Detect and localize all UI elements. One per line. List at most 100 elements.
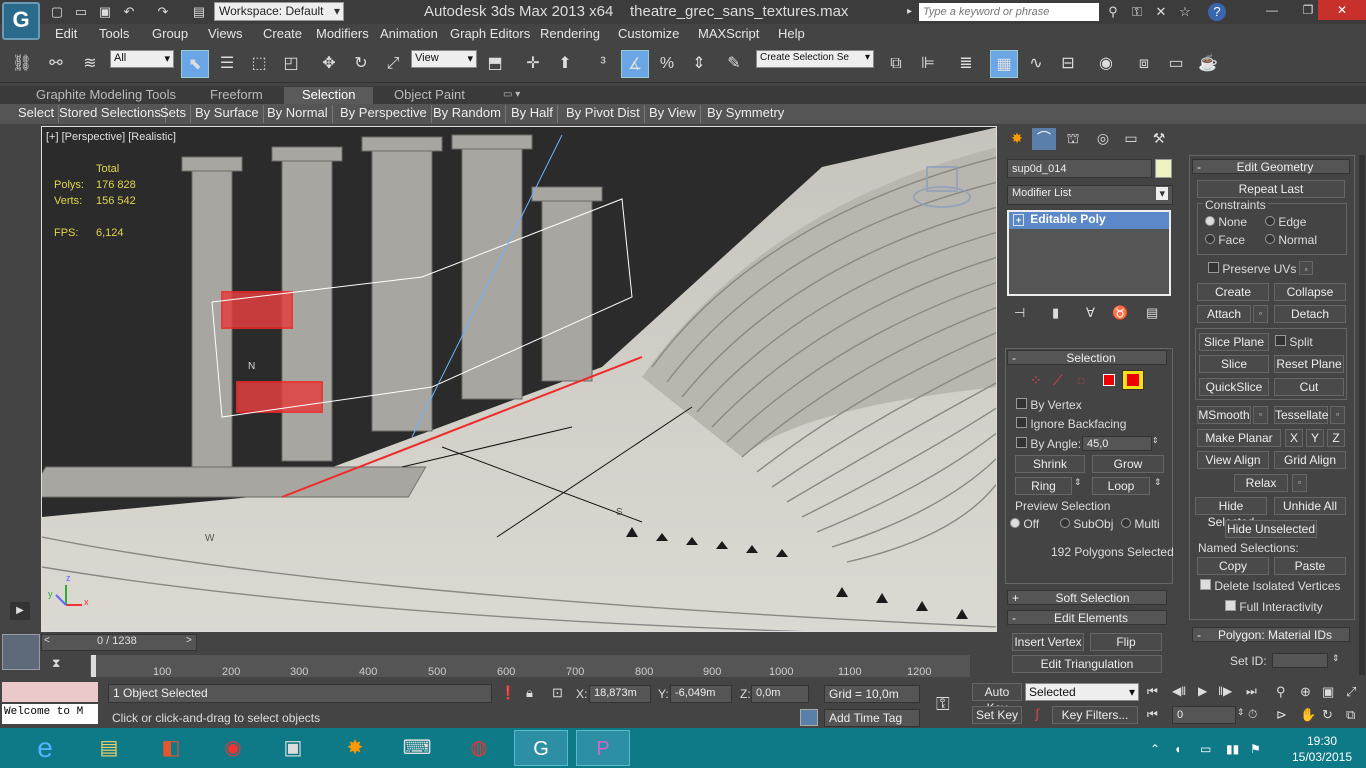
time-tag-icon[interactable] <box>800 709 818 726</box>
keyboard-tray-icon[interactable]: ▭ <box>1200 742 1211 756</box>
key-filters-button[interactable]: Key Filters... <box>1052 706 1138 724</box>
clock-date[interactable]: 15/03/2015 <box>1282 750 1362 764</box>
internet-explorer-icon[interactable]: e <box>18 730 72 766</box>
avast-icon[interactable]: ✸ <box>328 730 382 766</box>
cut-button[interactable]: Cut <box>1274 378 1344 396</box>
help-icon[interactable]: ? <box>1208 3 1226 21</box>
menu-create[interactable]: Create <box>263 26 302 41</box>
element-mode-icon[interactable] <box>1122 370 1144 390</box>
viewport-label[interactable]: [+] [Perspective] [Realistic] <box>46 131 176 143</box>
minimize-icon[interactable]: — <box>1254 0 1290 20</box>
hierarchy-tab-icon[interactable]: ⛫ <box>1062 130 1084 150</box>
planar-y-button[interactable]: Y <box>1306 429 1324 447</box>
relax-settings-icon[interactable]: ▫ <box>1292 474 1307 492</box>
utilities-tab-icon[interactable]: ⚒ <box>1148 130 1170 150</box>
menu-modifiers[interactable]: Modifiers <box>316 26 369 41</box>
set-key-button[interactable]: Set Key <box>972 706 1022 724</box>
msmooth-button[interactable]: MSmooth <box>1197 406 1251 424</box>
favorites-icon[interactable]: ☆ <box>1176 3 1194 21</box>
new-file-icon[interactable]: ▢ <box>48 3 66 21</box>
select-and-manipulate-icon[interactable]: ✛ <box>519 50 547 78</box>
polygon-mode-icon[interactable] <box>1103 374 1115 386</box>
go-to-end-icon[interactable]: ⏭ <box>1246 684 1257 699</box>
save-icon[interactable]: ▣ <box>96 3 114 21</box>
named-selection-sets-dropdown[interactable]: Create Selection Se ▾ <box>756 50 874 68</box>
volume-icon[interactable]: ◖ <box>1174 742 1181 756</box>
edit-geometry-header[interactable]: - Edit Geometry <box>1192 159 1350 174</box>
ignore-backfacing-checkbox[interactable]: Ignore Backfacing <box>1016 417 1126 431</box>
hide-unselected-button[interactable]: Hide Unselected <box>1225 520 1317 538</box>
network-tray-icon[interactable]: ▮▮ <box>1226 742 1239 756</box>
project-folder-icon[interactable]: ▤ <box>190 3 208 21</box>
percent-snap-icon[interactable]: % <box>653 50 681 78</box>
time-configuration-icon[interactable]: ⏱ <box>1248 707 1257 722</box>
auto-key-button[interactable]: Auto Key <box>972 683 1022 715</box>
communication-icon[interactable]: ✕ <box>1152 3 1170 21</box>
by-vertex-checkbox[interactable]: By Vertex <box>1016 398 1082 412</box>
menu-rendering[interactable]: Rendering <box>540 26 600 41</box>
tray-expand-icon[interactable]: ⌃ <box>1150 742 1160 756</box>
edit-named-selection-icon[interactable]: ✎ <box>720 50 748 78</box>
preview-subobj-radio[interactable]: SubObj <box>1060 517 1113 531</box>
msmooth-settings-icon[interactable]: ▫ <box>1253 406 1268 424</box>
3dsmax-taskbar-icon[interactable]: G <box>514 730 568 766</box>
tab-freeform[interactable]: Freeform <box>210 87 263 102</box>
preview-off-radio[interactable]: Off <box>1010 517 1039 531</box>
zoom-extents-icon[interactable]: ▣ <box>1322 684 1334 700</box>
edit-triangulation-button[interactable]: Edit Triangulation <box>1012 655 1162 673</box>
attach-button[interactable]: Attach <box>1197 305 1251 323</box>
configure-modifier-sets-icon[interactable]: ▤ <box>1146 305 1158 321</box>
menu-group[interactable]: Group <box>152 26 188 41</box>
zoom-icon[interactable]: ⚲ <box>1276 684 1286 700</box>
delete-isolated-vertices-checkbox[interactable]: Delete Isolated Vertices <box>1200 579 1340 593</box>
subtab-stored-selections[interactable]: Stored Selections <box>55 105 166 123</box>
quickslice-button[interactable]: QuickSlice <box>1199 378 1269 396</box>
insert-vertex-button[interactable]: Insert Vertex <box>1012 633 1084 651</box>
absolute-mode-icon[interactable]: ⊡ <box>552 685 563 701</box>
workspace-dropdown[interactable]: Workspace: Default ▾ <box>214 2 344 21</box>
copy-button[interactable]: Copy <box>1197 557 1269 575</box>
flip-button[interactable]: Flip <box>1090 633 1162 651</box>
by-angle-checkbox[interactable]: By Angle: <box>1016 437 1081 451</box>
menu-animation[interactable]: Animation <box>380 26 438 41</box>
pivot-center-icon[interactable]: ⬒ <box>481 50 509 78</box>
time-slider-prev-icon[interactable]: < <box>44 635 50 646</box>
current-frame-field[interactable] <box>1172 706 1236 724</box>
expand-icon[interactable]: + <box>1013 214 1025 226</box>
render-setup-icon[interactable]: ⧈ <box>1130 50 1158 78</box>
bind-to-space-warp-icon[interactable]: ≋ <box>76 50 104 78</box>
pan-view-icon[interactable]: ✋ <box>1300 707 1316 723</box>
shrink-button[interactable]: Shrink <box>1015 455 1085 473</box>
select-object-icon[interactable]: ⬉ <box>181 50 209 78</box>
subtab-by-half[interactable]: By Half <box>507 105 558 123</box>
set-id-spinner-arrows-icon[interactable]: ⇕ <box>1332 653 1340 664</box>
unhide-all-button[interactable]: Unhide All <box>1274 497 1346 515</box>
chrome-icon[interactable]: ◍ <box>452 730 506 766</box>
repeat-last-button[interactable]: Repeat Last <box>1197 180 1345 198</box>
menu-graph-editors[interactable]: Graph Editors <box>450 26 530 41</box>
preserve-uvs-checkbox[interactable]: Preserve UVs <box>1208 262 1296 276</box>
vertex-mode-icon[interactable]: ⁘ <box>1030 372 1042 389</box>
default-in-out-tangents-icon[interactable]: ∫ <box>1025 706 1049 724</box>
keyword-search-input[interactable] <box>919 3 1099 21</box>
detach-button[interactable]: Detach <box>1274 305 1346 323</box>
render-production-icon[interactable]: ☕ <box>1194 50 1222 78</box>
go-to-start-icon[interactable]: ⏮ <box>1147 684 1158 699</box>
close-icon[interactable]: ✕ <box>1318 0 1366 20</box>
tessellate-button[interactable]: Tessellate <box>1274 406 1328 424</box>
menu-customize[interactable]: Customize <box>618 26 679 41</box>
isolate-selection-icon[interactable]: ❗ <box>500 685 516 701</box>
zoom-all-icon[interactable]: ⊕ <box>1300 684 1311 700</box>
perspective-viewport[interactable]: [+] [Perspective] [Realistic] Total Poly… <box>41 126 997 632</box>
menu-tools[interactable]: Tools <box>99 26 129 41</box>
maxscript-listener-input[interactable]: Welcome to M <box>2 704 98 724</box>
subtab-by-normal[interactable]: By Normal <box>263 105 333 123</box>
attach-list-icon[interactable]: ▫ <box>1253 305 1268 323</box>
snaps-toggle-icon[interactable]: ³ <box>589 50 617 78</box>
schematic-view-icon[interactable]: ⊟ <box>1054 50 1082 78</box>
make-unique-icon[interactable]: ∀ <box>1086 305 1095 321</box>
subtab-select[interactable]: Select <box>14 105 60 123</box>
constraint-normal-radio[interactable]: Normal <box>1265 233 1317 247</box>
constraint-none-radio[interactable]: None <box>1205 215 1247 229</box>
rendered-frame-window-icon[interactable]: ▭ <box>1162 50 1190 78</box>
